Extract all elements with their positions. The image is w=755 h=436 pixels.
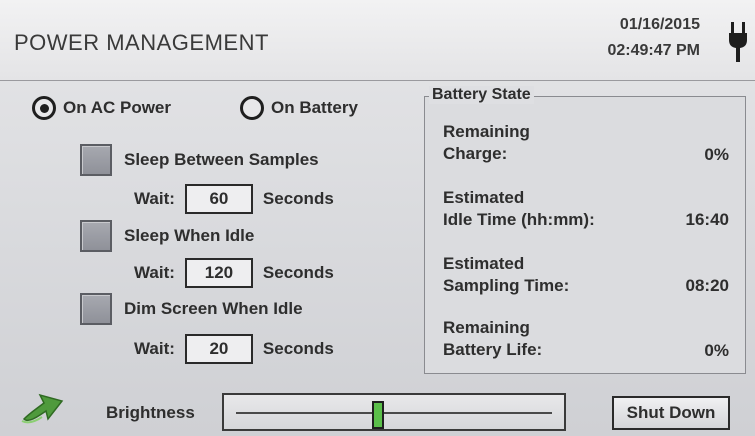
battery-state-title: Battery State bbox=[429, 86, 534, 104]
sampling-time-value: 08:20 bbox=[685, 276, 729, 295]
brightness-slider[interactable] bbox=[222, 393, 566, 431]
remaining-charge-label: Remaining Charge: bbox=[443, 122, 530, 163]
remaining-charge-value: 0% bbox=[704, 145, 729, 164]
checkbox-label: Dim Screen When Idle bbox=[124, 299, 303, 318]
wait-label: Wait: bbox=[134, 339, 175, 358]
back-arrow-icon[interactable] bbox=[18, 385, 70, 429]
brightness-label: Brightness bbox=[106, 403, 195, 422]
wait-row-sleep-when-idle: Wait: 120 Seconds bbox=[134, 258, 334, 288]
wait-seconds-input[interactable]: 60 bbox=[184, 184, 253, 214]
plug-icon bbox=[729, 22, 747, 62]
page-title: POWER MANAGEMENT bbox=[14, 30, 269, 55]
radio-unselected-icon bbox=[240, 96, 264, 120]
idle-time-label: Estimated Idle Time (hh:mm): bbox=[443, 188, 595, 229]
radio-selected-icon bbox=[32, 96, 56, 120]
checkbox-box[interactable] bbox=[80, 220, 112, 252]
checkbox-dim-screen-when-idle[interactable]: Dim Screen When Idle bbox=[80, 293, 303, 325]
wait-seconds-input[interactable]: 20 bbox=[184, 334, 253, 364]
checkbox-box[interactable] bbox=[80, 144, 112, 176]
unit-label: Seconds bbox=[262, 263, 334, 282]
radio-label: On AC Power bbox=[63, 98, 171, 117]
radio-label: On Battery bbox=[271, 98, 358, 117]
checkbox-label: Sleep Between Samples bbox=[124, 150, 319, 169]
date-display: 01/16/2015 bbox=[619, 16, 700, 33]
battery-life-value: 0% bbox=[704, 341, 729, 360]
header-bar: POWER MANAGEMENT 01/16/2015 02:49:47 PM bbox=[0, 0, 755, 81]
battery-life-label: Remaining Battery Life: bbox=[443, 318, 543, 359]
radio-on-ac-power[interactable]: On AC Power bbox=[32, 96, 171, 120]
checkbox-box[interactable] bbox=[80, 293, 112, 325]
wait-row-sleep-between-samples: Wait: 60 Seconds bbox=[134, 184, 334, 214]
shut-down-button[interactable]: Shut Down bbox=[612, 396, 730, 430]
radio-on-battery[interactable]: On Battery bbox=[240, 96, 358, 120]
sampling-time-label: Estimated Sampling Time: bbox=[443, 254, 570, 295]
power-management-screen: POWER MANAGEMENT 01/16/2015 02:49:47 PM … bbox=[0, 0, 755, 436]
time-display: 02:49:47 PM bbox=[607, 42, 701, 59]
idle-time-value: 16:40 bbox=[685, 210, 729, 229]
wait-row-dim-screen-when-idle: Wait: 20 Seconds bbox=[134, 334, 334, 364]
slider-track bbox=[236, 412, 552, 414]
unit-label: Seconds bbox=[262, 339, 334, 358]
unit-label: Seconds bbox=[262, 189, 334, 208]
wait-label: Wait: bbox=[134, 189, 175, 208]
checkbox-label: Sleep When Idle bbox=[124, 226, 255, 245]
checkbox-sleep-between-samples[interactable]: Sleep Between Samples bbox=[80, 144, 319, 176]
slider-thumb[interactable] bbox=[372, 401, 385, 429]
battery-state-panel: Battery State Remaining Charge: 0% Estim… bbox=[424, 86, 746, 374]
wait-label: Wait: bbox=[134, 263, 175, 282]
checkbox-sleep-when-idle[interactable]: Sleep When Idle bbox=[80, 220, 254, 252]
wait-seconds-input[interactable]: 120 bbox=[184, 258, 253, 288]
